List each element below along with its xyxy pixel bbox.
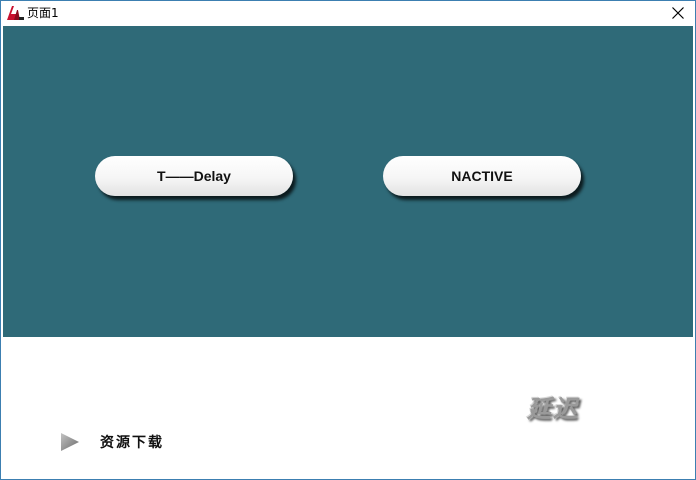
window-title: 页面1: [27, 6, 59, 20]
stage-panel: T——Delay NACTIVE: [3, 26, 693, 337]
play-arrow-icon[interactable]: [59, 431, 81, 453]
delay-brush-text: 延迟: [527, 394, 579, 423]
title-bar: 页面1: [1, 1, 695, 26]
nactive-button[interactable]: NACTIVE: [383, 156, 581, 196]
resource-download-link[interactable]: 资源下载: [100, 432, 164, 452]
app-logo-icon: [5, 4, 25, 22]
app-window: 页面1 T——Delay NACTIVE 延迟 资源下载: [0, 0, 696, 480]
footer-panel: 延迟 资源下载: [3, 337, 693, 477]
t-delay-button[interactable]: T——Delay: [95, 156, 293, 196]
close-button[interactable]: [661, 1, 695, 26]
close-icon: [672, 7, 684, 19]
